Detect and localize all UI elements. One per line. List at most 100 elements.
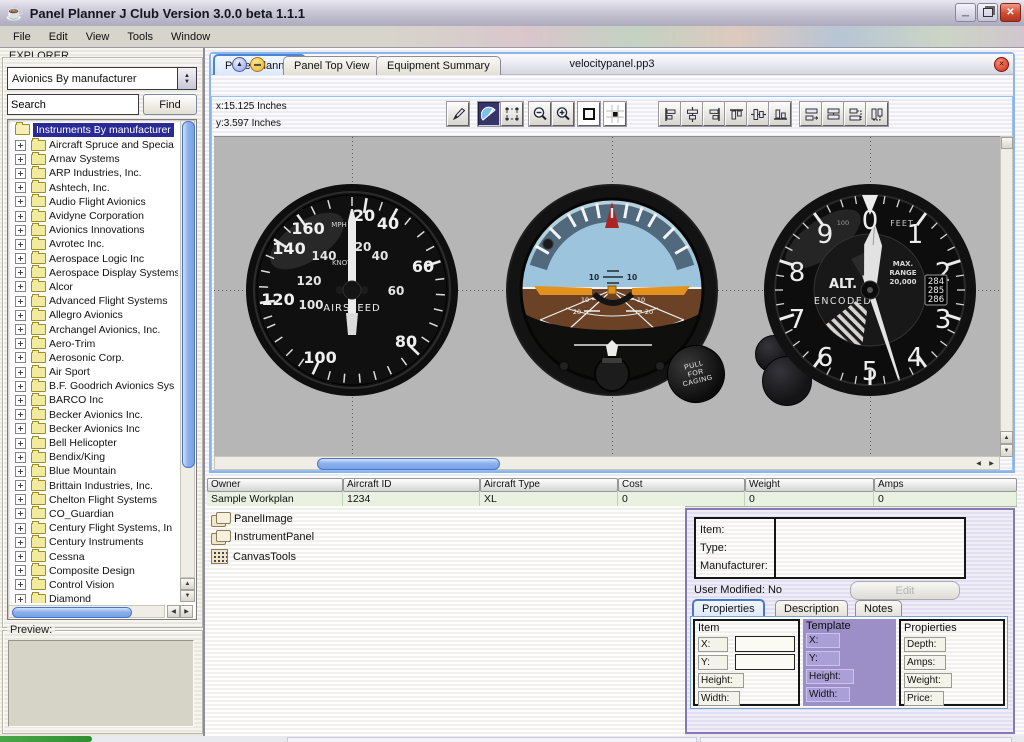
- expand-plus-icon[interactable]: [15, 537, 26, 548]
- expand-plus-icon[interactable]: [15, 196, 26, 207]
- tab-propierties[interactable]: Propierties: [692, 599, 765, 617]
- airspeed-indicator[interactable]: 20 40 60 80 100 120 140 160 20 40 60 100: [245, 183, 459, 397]
- tree-item[interactable]: Becker Avionics Inc.: [10, 408, 178, 422]
- menu-item[interactable]: View: [77, 29, 119, 45]
- tree-item[interactable]: Chelton Flight Systems: [10, 493, 178, 507]
- taskbar-window-button[interactable]: [700, 737, 1012, 742]
- tree-item[interactable]: Ashtech, Inc.: [10, 181, 178, 195]
- tree-item[interactable]: Control Vision: [10, 578, 178, 592]
- expand-plus-icon[interactable]: [15, 381, 26, 392]
- canvas-hscroll-thumb[interactable]: [317, 458, 500, 470]
- tree-hscrollbar[interactable]: [8, 605, 165, 618]
- tree-item[interactable]: Avidyne Corporation: [10, 209, 178, 223]
- menu-item[interactable]: Tools: [118, 29, 162, 45]
- distribute-horizontal-icon[interactable]: [800, 102, 822, 126]
- align-center-vertical-icon[interactable]: [681, 102, 703, 126]
- app-titlebar[interactable]: ☕ Panel Planner J Club Version 3.0.0 bet…: [0, 0, 1024, 27]
- table-header-cell[interactable]: Aircraft Type: [480, 478, 618, 492]
- expand-plus-icon[interactable]: [15, 182, 26, 193]
- align-bottom-icon[interactable]: [769, 102, 791, 126]
- table-header-cell[interactable]: Cost: [618, 478, 745, 492]
- canvas-vscrollbar[interactable]: [1000, 136, 1013, 456]
- canvas-scroll-down-icon[interactable]: ▼: [1000, 444, 1013, 457]
- tab-description[interactable]: Description: [775, 600, 848, 617]
- select-mode-icon[interactable]: [501, 102, 523, 126]
- expand-plus-icon[interactable]: [15, 168, 26, 179]
- tree-item[interactable]: Blue Mountain: [10, 464, 178, 478]
- expand-plus-icon[interactable]: [15, 211, 26, 222]
- menu-item[interactable]: File: [4, 29, 40, 45]
- layer-canvas-tools[interactable]: CanvasTools: [211, 549, 296, 564]
- restore-button[interactable]: [977, 3, 998, 22]
- tree-item[interactable]: Audio Flight Avionics: [10, 195, 178, 209]
- start-button-partial[interactable]: [0, 736, 92, 742]
- expand-plus-icon[interactable]: [15, 452, 26, 463]
- canvas-vscroll-thumb[interactable]: [1001, 137, 1013, 149]
- tree-item[interactable]: Aero-Trim: [10, 337, 178, 351]
- tree-item[interactable]: Becker Avionics Inc: [10, 422, 178, 436]
- tree-item[interactable]: Century Flight Systems, In: [10, 521, 178, 535]
- expand-plus-icon[interactable]: [15, 154, 26, 165]
- menu-item[interactable]: Edit: [40, 29, 77, 45]
- expand-plus-icon[interactable]: [15, 594, 26, 603]
- expand-plus-icon[interactable]: [15, 523, 26, 534]
- tree-item[interactable]: Aerospace Display Systems: [10, 266, 178, 280]
- tab-equipment-summary[interactable]: Equipment Summary: [376, 56, 501, 75]
- tree-scroll-left-icon[interactable]: ◀: [167, 605, 180, 618]
- tree-scroll-right-icon[interactable]: ▶: [180, 605, 193, 618]
- tree-item[interactable]: Aircraft Spruce and Specia: [10, 138, 178, 152]
- taskbar-window-button[interactable]: [287, 737, 697, 742]
- expand-plus-icon[interactable]: [15, 352, 26, 363]
- search-input[interactable]: [7, 94, 139, 115]
- tree-item[interactable]: Brittain Industries, Inc.: [10, 479, 178, 493]
- tree-item[interactable]: B.F. Goodrich Avionics Sys: [10, 379, 178, 393]
- item-y-input[interactable]: [735, 654, 795, 670]
- panel-canvas[interactable]: 20 40 60 80 100 120 140 160 20 40 60 100: [214, 136, 1000, 456]
- expand-plus-icon[interactable]: [15, 395, 26, 406]
- tree-item[interactable]: Advanced Flight Systems: [10, 294, 178, 308]
- expand-plus-icon[interactable]: [15, 551, 26, 562]
- align-right-icon[interactable]: [703, 102, 725, 126]
- draw-tool-icon[interactable]: [447, 102, 469, 126]
- altimeter[interactable]: 0 1 2 3 4 5 6 7 8 9 FEET 100 ALT.: [763, 183, 977, 397]
- expand-plus-icon[interactable]: [15, 281, 26, 292]
- tree-item[interactable]: Diamond: [10, 592, 178, 603]
- canvas-scroll-up-icon[interactable]: ▲: [1000, 431, 1013, 444]
- tree-scroll-down-icon[interactable]: ▼: [180, 590, 195, 602]
- align-left-icon[interactable]: [659, 102, 681, 126]
- expand-plus-icon[interactable]: [15, 565, 26, 576]
- table-header-cell[interactable]: Owner: [207, 478, 343, 492]
- category-dropdown[interactable]: Avionics By manufacturer ▲▼: [7, 67, 197, 90]
- expand-plus-icon[interactable]: [15, 225, 26, 236]
- expand-plus-icon[interactable]: [15, 438, 26, 449]
- align-top-icon[interactable]: [725, 102, 747, 126]
- zoom-in-icon[interactable]: [552, 102, 574, 126]
- tree-item[interactable]: Avionics Innovations: [10, 223, 178, 237]
- tree-item[interactable]: Bell Helicopter: [10, 436, 178, 450]
- doc-minimize-icon[interactable]: ▬: [250, 57, 265, 72]
- tree-item[interactable]: Air Sport: [10, 365, 178, 379]
- layer-instrument-panel[interactable]: InstrumentPanel: [211, 530, 314, 544]
- tree-item[interactable]: Aerosonic Corp.: [10, 351, 178, 365]
- minimize-button[interactable]: ─: [955, 3, 976, 22]
- canvas-scroll-left-icon[interactable]: ◀: [972, 457, 985, 469]
- expand-plus-icon[interactable]: [15, 324, 26, 335]
- tree-vscrollbar[interactable]: [180, 120, 195, 578]
- align-middle-horizontal-icon[interactable]: [747, 102, 769, 126]
- tree-item[interactable]: Composite Design: [10, 564, 178, 578]
- expand-plus-icon[interactable]: [15, 267, 26, 278]
- doc-maximize-icon[interactable]: ▲: [232, 57, 247, 72]
- tree-hscroll-thumb[interactable]: [12, 607, 132, 618]
- align-edge-right-icon[interactable]: [844, 102, 866, 126]
- expand-plus-icon[interactable]: [15, 494, 26, 505]
- tab-panel-top-view[interactable]: Panel Top View: [283, 56, 380, 75]
- tree-item[interactable]: Cessna: [10, 549, 178, 563]
- doc-close-icon[interactable]: ✕: [994, 57, 1009, 72]
- expand-plus-icon[interactable]: [15, 338, 26, 349]
- expand-plus-icon[interactable]: [15, 140, 26, 151]
- expand-plus-icon[interactable]: [15, 253, 26, 264]
- tab-notes[interactable]: Notes: [855, 600, 902, 617]
- tree-item[interactable]: ARP Industries, Inc.: [10, 166, 178, 180]
- expand-plus-icon[interactable]: [15, 480, 26, 491]
- table-header-cell[interactable]: Amps: [874, 478, 1017, 492]
